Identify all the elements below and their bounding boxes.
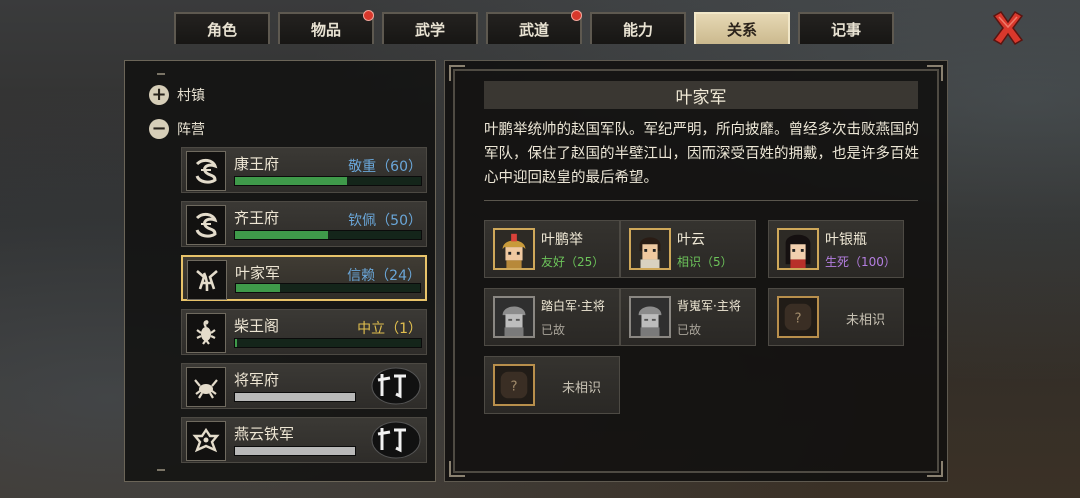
member-card[interactable]: 叶鹏举友好（25） bbox=[484, 220, 620, 278]
member-status: 生死（100） bbox=[825, 255, 896, 269]
relation-bar-fill bbox=[235, 177, 347, 185]
tab-2[interactable]: 武学 bbox=[382, 12, 478, 44]
tab-1[interactable]: 物品 bbox=[278, 10, 374, 44]
scroll-top-mark bbox=[157, 73, 165, 75]
frame-corner bbox=[927, 65, 943, 81]
faction-item[interactable]: 柴王阁 中立（1） bbox=[181, 309, 427, 355]
category-village[interactable]: + 村镇 bbox=[149, 85, 205, 105]
relation-bar-fill bbox=[235, 339, 238, 347]
relation-bar bbox=[234, 230, 422, 240]
faction-relation: 中立（1） bbox=[357, 321, 422, 337]
relation-bar bbox=[234, 176, 422, 186]
member-card[interactable]: 踏白军·主将 已故 bbox=[484, 288, 620, 346]
member-status: 友好（25） bbox=[541, 255, 605, 269]
notification-dot-icon bbox=[363, 10, 374, 21]
tab-4[interactable]: 能力 bbox=[590, 12, 686, 44]
tab-label: 武学 bbox=[414, 20, 445, 39]
member-status: 已故 bbox=[541, 323, 566, 337]
category-label: 村镇 bbox=[177, 88, 205, 104]
relation-bar-fill bbox=[235, 231, 328, 239]
helmeted-general-portrait bbox=[493, 228, 535, 270]
member-status: 未相识 bbox=[561, 381, 601, 396]
member-status: 未相识 bbox=[845, 313, 885, 328]
faction-item[interactable]: 燕云铁军 bbox=[181, 417, 427, 463]
young-man-portrait bbox=[629, 228, 671, 270]
faction-relation: 敬重（60） bbox=[348, 159, 422, 175]
member-card[interactable]: ? 未相识 bbox=[484, 356, 620, 414]
tab-label: 能力 bbox=[622, 20, 653, 39]
tab-label: 角色 bbox=[206, 20, 237, 39]
category-label: 阵营 bbox=[177, 122, 205, 138]
destroyed-stamp-icon bbox=[360, 420, 422, 460]
faction-name: 叶家军 bbox=[235, 264, 281, 282]
tab-6[interactable]: 记事 bbox=[798, 12, 894, 44]
category-faction[interactable]: − 阵营 bbox=[149, 119, 205, 139]
tab-5[interactable]: 关系 bbox=[694, 12, 790, 44]
snake-emblem-icon bbox=[186, 205, 226, 245]
tab-label: 武道 bbox=[518, 20, 549, 39]
relation-bar bbox=[234, 392, 356, 402]
tab-label: 物品 bbox=[310, 20, 341, 39]
divider bbox=[484, 200, 918, 201]
notification-dot-icon bbox=[571, 10, 582, 21]
tab-bar: 角色 物品 武学 武道 能力 关系 记事 bbox=[174, 10, 894, 44]
scroll-bottom-mark bbox=[157, 469, 165, 471]
crab-emblem-icon bbox=[186, 367, 226, 407]
scorpion-emblem-icon bbox=[186, 313, 226, 353]
faction-name: 燕云铁军 bbox=[234, 425, 295, 443]
relation-bar bbox=[234, 338, 422, 348]
tiger-emblem-icon bbox=[187, 260, 227, 300]
member-status: 已故 bbox=[677, 323, 702, 337]
faction-relation: 钦佩（50） bbox=[348, 213, 422, 229]
member-name: 叶云 bbox=[677, 232, 705, 248]
relation-bar-fill bbox=[236, 284, 281, 292]
faction-relation: 信赖（24） bbox=[347, 268, 421, 284]
member-name: 叶银瓶 bbox=[825, 232, 867, 248]
expand-plus-icon[interactable]: + bbox=[149, 85, 169, 105]
snake-emblem-icon bbox=[186, 151, 226, 191]
frame-corner bbox=[927, 461, 943, 477]
close-icon[interactable] bbox=[988, 8, 1028, 48]
frame-corner bbox=[449, 65, 465, 81]
member-card[interactable]: 背嵬军·主将 已故 bbox=[620, 288, 756, 346]
member-card[interactable]: 叶银瓶生死（100） bbox=[768, 220, 904, 278]
faction-item[interactable]: 叶家军 信赖（24） bbox=[181, 255, 427, 301]
faction-item[interactable]: 将军府 bbox=[181, 363, 427, 409]
frame-corner bbox=[449, 461, 465, 477]
faction-name: 齐王府 bbox=[234, 209, 280, 227]
destroyed-stamp-icon bbox=[360, 366, 422, 406]
faction-item[interactable]: 康王府 敬重（60） bbox=[181, 147, 427, 193]
relation-bar bbox=[234, 446, 356, 456]
young-woman-portrait bbox=[777, 228, 819, 270]
faction-name: 康王府 bbox=[234, 155, 280, 173]
member-name: 背嵬军·主将 bbox=[677, 299, 741, 313]
faction-name: 将军府 bbox=[234, 371, 280, 389]
grey-soldier-portrait bbox=[629, 296, 671, 338]
member-name: 叶鹏举 bbox=[541, 232, 583, 248]
tab-label: 记事 bbox=[830, 20, 861, 39]
tab-label: 关系 bbox=[726, 20, 757, 39]
member-name: 踏白军·主将 bbox=[541, 299, 605, 313]
member-status: 相识（5） bbox=[677, 255, 733, 269]
tab-3[interactable]: 武道 bbox=[486, 10, 582, 44]
member-card[interactable]: 叶云相识（5） bbox=[620, 220, 756, 278]
relation-bar bbox=[235, 283, 421, 293]
faction-title: 叶家军 bbox=[484, 81, 918, 109]
dragon-emblem-icon bbox=[186, 421, 226, 461]
faction-item[interactable]: 齐王府 钦佩（50） bbox=[181, 201, 427, 247]
collapse-minus-icon[interactable]: − bbox=[149, 119, 169, 139]
grey-soldier-portrait bbox=[493, 296, 535, 338]
faction-name: 柴王阁 bbox=[234, 317, 280, 335]
faction-description: 叶鹏举统帅的赵国军队。军纪严明，所向披靡。曾经多次击败燕国的军队，保住了赵国的半… bbox=[484, 122, 919, 186]
member-card[interactable]: ? 未相识 bbox=[768, 288, 904, 346]
tab-0[interactable]: 角色 bbox=[174, 12, 270, 44]
faction-list-panel[interactable]: + 村镇 − 阵营 康王府 敬重（60） 齐王府 钦佩（50） 叶家军 信赖（24） 柴王阁… bbox=[124, 60, 436, 482]
